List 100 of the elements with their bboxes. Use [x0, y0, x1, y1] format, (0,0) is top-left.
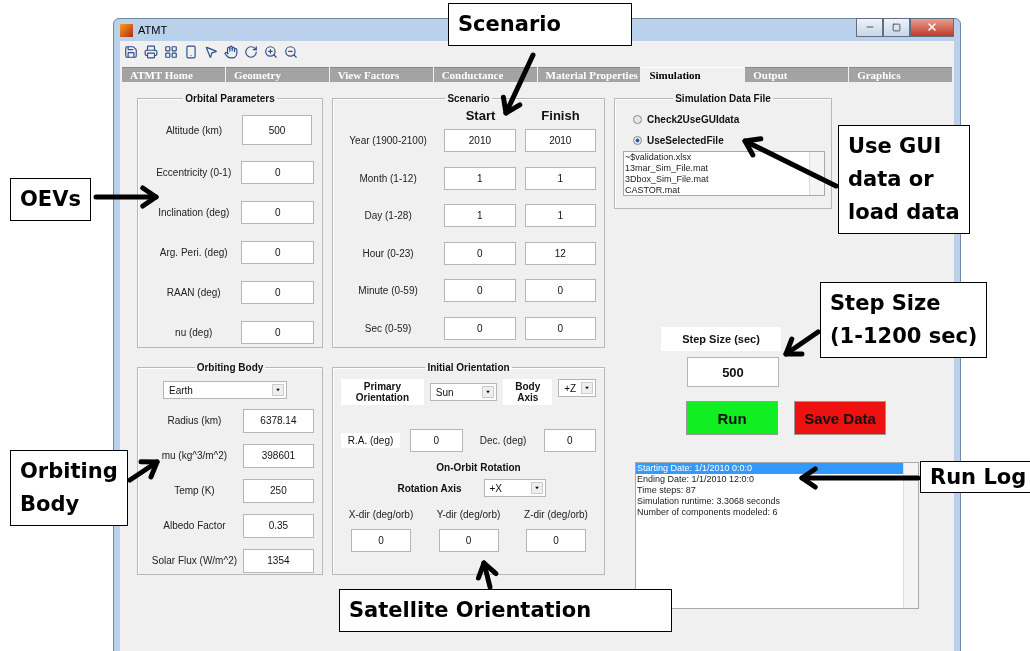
- print-icon[interactable]: [143, 44, 159, 60]
- input-field[interactable]: 398601: [242, 443, 314, 468]
- field-label: Year (1900-2100): [348, 135, 428, 147]
- callout-label: Satellite Orientation: [339, 589, 672, 632]
- zoom-in-icon[interactable]: [263, 44, 279, 60]
- action-button[interactable]: Save Data: [794, 401, 886, 435]
- input-field[interactable]: 12: [524, 241, 596, 265]
- input-field[interactable]: 0: [241, 240, 314, 264]
- maximize-icon: [892, 22, 901, 32]
- input-field[interactable]: 1: [524, 204, 596, 228]
- input-field[interactable]: 0.35: [242, 513, 314, 538]
- input-field[interactable]: 500: [242, 115, 312, 145]
- radio-button[interactable]: [633, 115, 642, 124]
- callout-label: Use GUI data or load data: [838, 125, 970, 234]
- callout-label: Orbiting Body: [10, 450, 128, 526]
- field-label: mu (kg^3/m^2): [160, 450, 229, 461]
- grid-icon[interactable]: [163, 44, 179, 60]
- window-title: ATMT: [138, 24, 169, 36]
- zoom-out-icon[interactable]: [283, 44, 299, 60]
- list-item[interactable]: CASTOR.mat: [624, 185, 680, 195]
- log-line[interactable]: Time steps: 87: [636, 485, 696, 496]
- rotation-axis-dropdown[interactable]: +X: [483, 479, 546, 497]
- input-field[interactable]: 0: [526, 529, 586, 552]
- log-line[interactable]: Number of components modeled: 6: [636, 507, 778, 518]
- input-field[interactable]: 500: [687, 357, 779, 387]
- field-label: R.A. (deg): [341, 432, 401, 448]
- minimize-button[interactable]: [856, 17, 883, 37]
- field-label: Y-dir (deg/orb): [435, 509, 502, 520]
- action-button[interactable]: Run: [686, 401, 778, 435]
- input-field[interactable]: 0: [444, 241, 516, 265]
- list-item[interactable]: 3Dbox_Sim_File.mat: [624, 174, 709, 185]
- file-list[interactable]: ~$validation.xlsx 13mar_Sim_File.mat 3Dbox_Sim_File.mat CASTOR.mat: [623, 151, 825, 196]
- column-header: Finish: [540, 107, 581, 123]
- field-label: Inclination (deg): [157, 206, 231, 218]
- log-line[interactable]: Ending Date: 1/1/2010 12:0:0: [636, 474, 755, 485]
- save-icon[interactable]: [123, 44, 139, 60]
- input-field[interactable]: 0: [241, 280, 314, 304]
- input-field[interactable]: 0: [241, 320, 314, 344]
- input-field[interactable]: 6378.14: [242, 408, 314, 433]
- field-label: Radius (km): [166, 415, 223, 426]
- input-field[interactable]: 0: [241, 160, 314, 184]
- pointer-icon[interactable]: [203, 44, 219, 60]
- field-label: Body Axis: [503, 379, 553, 405]
- close-icon: [926, 21, 938, 33]
- field-label: Eccentricity (0-1): [155, 166, 233, 178]
- app-logo-icon: [120, 23, 133, 37]
- field-label: Hour (0-23): [361, 247, 415, 259]
- list-item[interactable]: 13mar_Sim_File.mat: [624, 163, 709, 174]
- input-field[interactable]: 0: [444, 279, 516, 303]
- field-label: Sec (0-59): [363, 322, 413, 334]
- field-label: Primary Orientation: [341, 379, 424, 405]
- log-line[interactable]: Simulation runtime: 3.3068 seconds: [636, 496, 781, 507]
- field-label: X-dir (deg/orb): [347, 509, 415, 520]
- field-label: Rotation Axis: [396, 481, 463, 496]
- field-label: Minute (0-59): [357, 285, 419, 297]
- panel-title: Orbiting Body: [195, 362, 265, 373]
- orientation-dropdown[interactable]: Sun: [429, 383, 498, 401]
- input-field[interactable]: 2010: [444, 129, 516, 153]
- axis-dropdown[interactable]: +Z: [558, 379, 596, 397]
- scrollbar[interactable]: [903, 463, 918, 608]
- radio-button[interactable]: [633, 136, 642, 145]
- field-label: Dec. (deg): [478, 434, 528, 446]
- input-field[interactable]: 250: [242, 478, 314, 503]
- input-field[interactable]: 0: [444, 316, 516, 340]
- input-field[interactable]: 1: [524, 166, 596, 190]
- input-field[interactable]: 0: [524, 316, 596, 340]
- body-dropdown[interactable]: Earth: [163, 381, 287, 399]
- input-field[interactable]: 0: [524, 279, 596, 303]
- input-field[interactable]: 0: [438, 529, 499, 552]
- input-field[interactable]: 0: [351, 529, 411, 552]
- input-field[interactable]: 1: [444, 166, 516, 190]
- arrow: [783, 329, 821, 357]
- panel-title: Simulation Data File: [674, 93, 772, 104]
- maximize-button[interactable]: [883, 17, 910, 37]
- field-label: Month (1-12): [358, 172, 418, 184]
- panel-title: Initial Orientation: [426, 362, 511, 373]
- radio-label[interactable]: Check2UseGUIdata: [647, 114, 740, 125]
- field-label: Arg. Peri. (deg): [158, 246, 229, 258]
- input-field[interactable]: 0: [543, 428, 596, 452]
- rotate-icon[interactable]: [243, 44, 259, 60]
- radio-label[interactable]: UseSelectedFile: [647, 135, 724, 146]
- field-label: Altitude (km): [164, 124, 224, 136]
- list-item[interactable]: ~$validation.xlsx: [624, 152, 692, 163]
- device-icon[interactable]: [183, 44, 199, 60]
- callout-label: Step Size (1-1200 sec): [820, 282, 988, 358]
- input-field[interactable]: 0: [241, 200, 314, 224]
- close-button[interactable]: [910, 17, 954, 37]
- field-label: Day (1-28): [363, 210, 413, 222]
- arrow: [127, 459, 160, 483]
- panel-title: Orbital Parameters: [184, 93, 276, 104]
- hand-icon[interactable]: [223, 44, 239, 60]
- panel-title: Scenario: [446, 93, 491, 104]
- input-field[interactable]: 1: [444, 204, 516, 228]
- input-field[interactable]: 0: [410, 428, 463, 452]
- input-field[interactable]: 2010: [524, 129, 596, 153]
- input-field[interactable]: 1354: [242, 548, 314, 573]
- field-label: nu (deg): [174, 326, 214, 338]
- callout-label: Scenario: [448, 3, 632, 46]
- field-label: Z-dir (deg/orb): [523, 509, 589, 520]
- tab[interactable]: Simulation: [641, 67, 745, 82]
